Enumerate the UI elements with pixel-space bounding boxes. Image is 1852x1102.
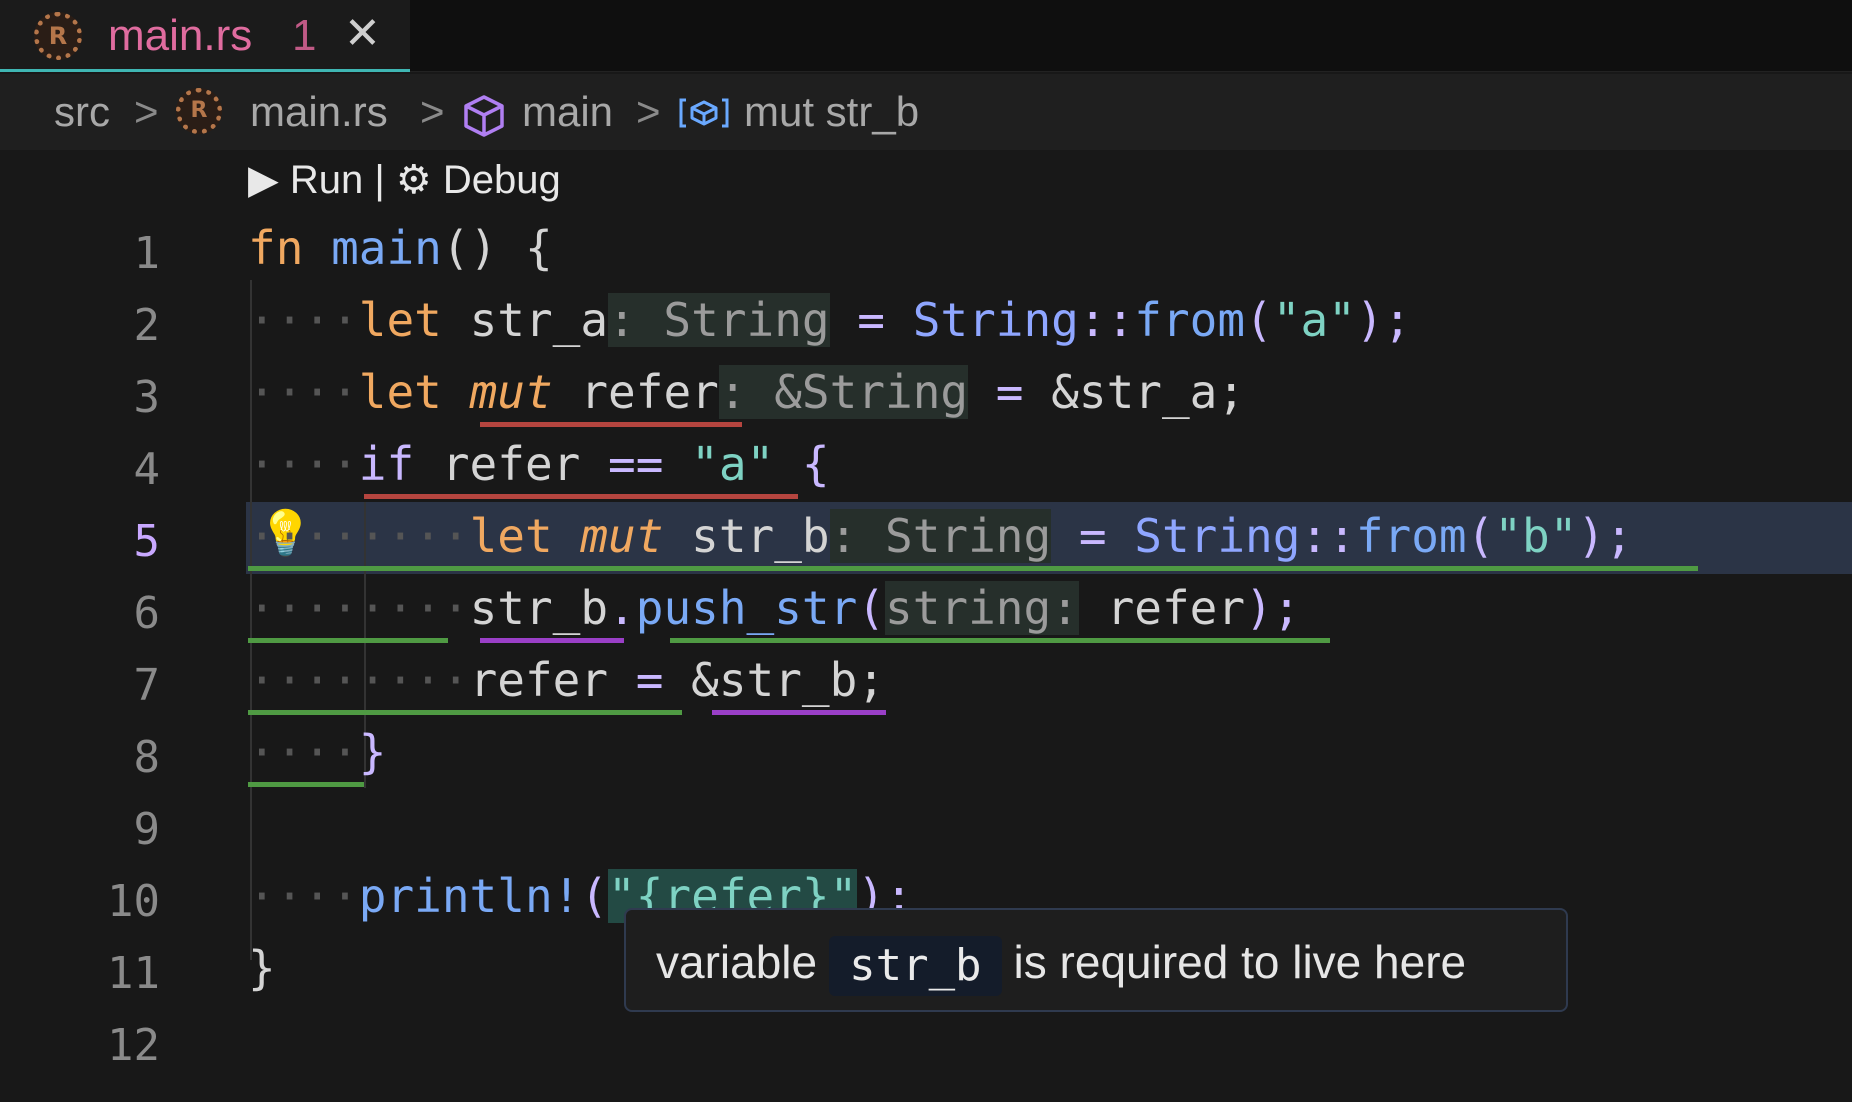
line-number: 9 (133, 804, 161, 855)
code-line-8: ····} (248, 725, 387, 779)
code-line-6: ········str_b.push_str(string: refer); (248, 581, 1301, 635)
hint-underline (248, 566, 1698, 571)
code-line-7: ········refer = &str_b; (248, 653, 886, 707)
line-number-active: 5 (133, 516, 161, 567)
breadcrumb-item-file[interactable]: main.rs (250, 74, 388, 150)
code-editor[interactable]: ▶ Run | ⚙ Debug 1 2 3 4 5 6 7 8 9 10 11 … (0, 150, 1852, 1102)
code-line-4: ····if refer == "a" { (248, 437, 830, 491)
run-codelens[interactable]: ▶ Run (248, 158, 363, 202)
diagnostic-tooltip: variable str_b is required to live here (624, 908, 1568, 1012)
chevron-right-icon: > (420, 88, 445, 135)
breadcrumb: src > R main.rs > main > mut str_b (0, 74, 1852, 150)
code-line-1: fn main() { (248, 221, 553, 275)
code-line-11: } (248, 941, 276, 995)
line-number: 12 (107, 1020, 160, 1071)
chevron-right-icon: > (636, 88, 661, 135)
code-line-2: ····let str_a: String = String::from("a"… (248, 293, 1412, 347)
line-number: 7 (133, 660, 161, 711)
tab-title: main.rs (108, 11, 253, 60)
type-hint: : &String (718, 365, 969, 419)
line-number: 11 (107, 948, 160, 999)
tooltip-text: is required to live here (1013, 936, 1467, 988)
line-number: 10 (107, 876, 160, 927)
codelens-separator: | (374, 158, 385, 202)
problem-count-badge: 1 (292, 11, 317, 60)
breadcrumb-item-function[interactable]: main (522, 74, 613, 150)
line-number: 1 (133, 228, 161, 279)
debug-codelens[interactable]: ⚙ Debug (396, 158, 561, 202)
rust-logo-icon: R (176, 88, 222, 134)
breadcrumb-item-variable[interactable]: mut str_b (744, 74, 919, 150)
codelens: ▶ Run | ⚙ Debug (248, 154, 561, 206)
line-number: 3 (133, 372, 161, 423)
tab-bar: R main.rs 1 ✕ (0, 0, 1852, 72)
error-underline (480, 422, 742, 427)
line-number: 6 (133, 588, 161, 639)
rust-logo-icon: R (34, 12, 82, 60)
tooltip-text: variable (656, 936, 818, 988)
code-line-5: ········let mut str_b: String = String::… (248, 509, 1633, 563)
type-hint: : String (829, 509, 1052, 563)
hint-underline (248, 638, 448, 643)
tooltip-code: str_b (829, 935, 1002, 996)
tab-main-rs[interactable]: R main.rs 1 ✕ (0, 0, 410, 72)
borrow-underline (480, 638, 624, 643)
close-icon[interactable]: ✕ (344, 8, 381, 60)
chevron-right-icon: > (134, 88, 159, 135)
cube-icon (464, 95, 504, 137)
breadcrumb-item-src[interactable]: src (54, 74, 110, 150)
hint-underline (670, 638, 1330, 643)
line-number: 2 (133, 300, 161, 351)
code-line-3: ····let mut refer: &String = &str_a; (248, 365, 1246, 419)
hint-underline (248, 782, 364, 787)
hint-underline (248, 710, 682, 715)
line-number: 8 (133, 732, 161, 783)
parameter-hint: string: (885, 581, 1079, 635)
error-underline (364, 494, 798, 499)
borrow-underline (712, 710, 886, 715)
variable-icon (679, 98, 729, 128)
line-number: 4 (133, 444, 161, 495)
type-hint: : String (608, 293, 830, 347)
